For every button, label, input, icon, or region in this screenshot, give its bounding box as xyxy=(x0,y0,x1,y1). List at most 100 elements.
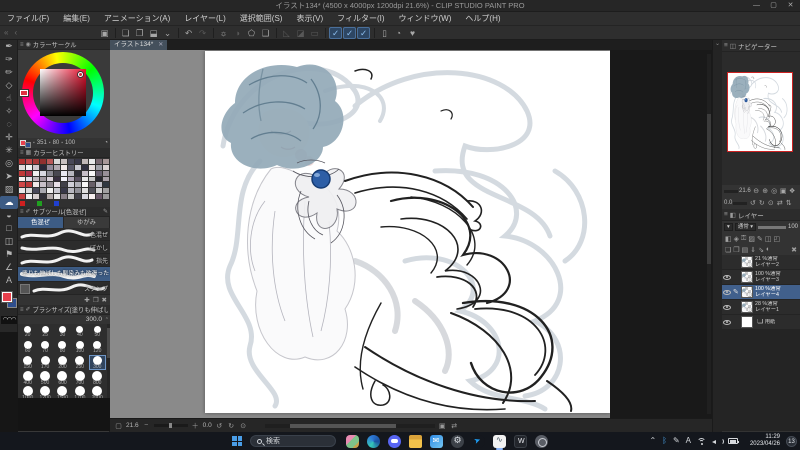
save-icon[interactable]: ⬓ xyxy=(147,27,160,39)
menu-layer[interactable]: レイヤー(L) xyxy=(177,12,233,26)
history-swatch[interactable] xyxy=(54,194,60,199)
duplicate-subtool-icon[interactable]: ❐ xyxy=(93,296,99,304)
history-swatch[interactable] xyxy=(40,194,46,199)
menu-selection[interactable]: 選択範囲(S) xyxy=(233,12,290,26)
history-swatch[interactable] xyxy=(40,176,46,182)
brush-size-200[interactable]: 200 xyxy=(54,355,71,370)
subtool-item[interactable]: 指先 xyxy=(18,254,110,267)
layer-row[interactable]: ❏ 用紙 xyxy=(722,315,800,330)
panel-menu-icon[interactable]: ≡ xyxy=(724,42,728,49)
layer-thumbnail[interactable] xyxy=(741,256,753,268)
layer-color-icon[interactable]: ◫ xyxy=(765,235,772,243)
history-swatch[interactable] xyxy=(26,176,32,182)
redo-icon[interactable]: ↷ xyxy=(196,27,209,39)
history-swatch[interactable] xyxy=(40,170,46,176)
history-swatch[interactable] xyxy=(75,194,81,199)
layer-visibility-icon[interactable] xyxy=(723,319,731,325)
history-swatch[interactable] xyxy=(40,182,46,188)
clear-icon[interactable]: ☼ xyxy=(217,27,230,39)
navigator-zoom-value[interactable]: 21.6 xyxy=(739,188,751,194)
edge-browser-icon[interactable] xyxy=(367,434,380,448)
favorite-icon[interactable]: ♥ xyxy=(406,27,419,39)
menu-view[interactable]: 表示(V) xyxy=(289,12,330,26)
pen-tool[interactable]: ✒ xyxy=(0,40,18,53)
deselect-icon[interactable]: ⬠ xyxy=(245,27,258,39)
twitter-icon[interactable] xyxy=(472,434,485,448)
history-swatch[interactable] xyxy=(26,182,32,188)
eyedropper-tool[interactable]: ✧ xyxy=(0,105,18,118)
history-swatch[interactable] xyxy=(47,176,53,182)
new-raster-layer-icon[interactable]: ❏ xyxy=(725,246,731,254)
history-swatch[interactable] xyxy=(103,170,109,176)
zoom-out-icon[interactable]: ⊖ xyxy=(752,187,761,196)
history-swatch[interactable] xyxy=(68,159,74,164)
menu-help[interactable]: ヘルプ(H) xyxy=(458,12,507,26)
clear-outside-selection-icon[interactable]: ◑ xyxy=(231,27,244,39)
history-swatch[interactable] xyxy=(75,164,81,170)
layer-panel-header[interactable]: ≡ ◧ レイヤー xyxy=(722,209,800,221)
history-swatch[interactable] xyxy=(47,194,53,199)
brush-size-value[interactable]: 300.0 xyxy=(86,316,102,323)
brush-size-70[interactable]: 70 xyxy=(36,340,53,355)
brush-size-header[interactable]: ≡ ✐ ブラシサイズ[塗りも伸ばしも…] xyxy=(18,305,110,315)
volume-icon[interactable] xyxy=(712,437,724,445)
history-swatch[interactable] xyxy=(68,182,74,188)
document-tab[interactable]: イラスト134* ✕ xyxy=(110,40,168,50)
history-swatch[interactable] xyxy=(61,188,67,194)
lock-layer-icon[interactable]: ⚿ xyxy=(741,235,746,243)
blend-mode-dropdown[interactable]: 通常 ▾ xyxy=(734,223,757,231)
history-swatch[interactable] xyxy=(54,159,60,164)
history-swatch[interactable] xyxy=(103,188,109,194)
layer-thumbnail[interactable] xyxy=(741,316,753,328)
history-swatch[interactable] xyxy=(33,164,39,170)
history-swatch[interactable] xyxy=(96,176,102,182)
right-dock-divider[interactable]: ⌄ xyxy=(712,40,722,432)
history-swatch[interactable] xyxy=(19,164,25,170)
move-tool[interactable]: ✛ xyxy=(0,131,18,144)
history-swatch[interactable] xyxy=(89,188,95,194)
save-dropdown-icon[interactable]: ⌄ xyxy=(161,27,174,39)
snap-to-special-ruler-icon[interactable]: ✓ xyxy=(343,26,356,39)
history-swatch[interactable] xyxy=(33,159,39,164)
layer-row[interactable]: 21 %通常 レイヤー2 xyxy=(722,255,800,270)
history-swatch[interactable] xyxy=(33,170,39,176)
history-swatch[interactable] xyxy=(47,188,53,194)
clip-studio-paint-icon[interactable] xyxy=(493,434,506,450)
history-swatch[interactable] xyxy=(54,170,60,176)
navigator-zoom-slider[interactable] xyxy=(724,189,738,193)
lasso-tool[interactable]: ◌ xyxy=(0,118,18,131)
new-folder-icon[interactable]: ▤ xyxy=(742,246,749,254)
battery-icon[interactable] xyxy=(728,438,739,444)
history-swatch[interactable] xyxy=(96,170,102,176)
history-swatch[interactable] xyxy=(82,182,88,188)
status-zoom-out-icon[interactable]: − xyxy=(142,422,151,429)
history-swatch[interactable] xyxy=(75,182,81,188)
subtool-item[interactable]: 色混ぜ xyxy=(18,228,110,241)
zoom-in-icon[interactable]: ⊕ xyxy=(761,187,770,196)
history-swatch[interactable] xyxy=(26,170,32,176)
layer-visibility-icon[interactable] xyxy=(723,304,731,310)
menu-animation[interactable]: アニメーション(A) xyxy=(97,12,177,26)
undo-icon[interactable]: ↶ xyxy=(182,27,195,39)
status-reset-icon[interactable]: ⊙ xyxy=(239,422,248,430)
history-swatch[interactable] xyxy=(54,182,60,188)
collapse-left-icon[interactable]: « xyxy=(4,28,8,37)
fit-to-screen-icon[interactable]: ▣ xyxy=(779,187,788,196)
layer-row[interactable]: ✎ 100 %通常 レイヤー4 xyxy=(722,285,800,300)
color-wheel[interactable] xyxy=(18,50,110,138)
navigator-toggle-icon[interactable]: ▢ xyxy=(114,422,123,430)
brush-size-100[interactable]: 100 xyxy=(71,340,88,355)
subtool-header[interactable]: ≡ ✐ サブツール[色混ぜ] ✎ xyxy=(18,207,110,217)
history-marker[interactable] xyxy=(37,201,42,206)
history-swatch[interactable] xyxy=(40,159,46,164)
ruler-tool[interactable]: ∠ xyxy=(0,261,18,274)
brush-size-400[interactable]: 400 xyxy=(19,370,36,386)
history-swatch[interactable] xyxy=(68,188,74,194)
history-swatch[interactable] xyxy=(68,170,74,176)
start-button[interactable] xyxy=(232,436,242,446)
pen-input-icon[interactable]: ✎ xyxy=(673,434,680,448)
history-marker[interactable] xyxy=(54,201,59,206)
hsv-mode-icon[interactable]: ◔ xyxy=(104,140,108,146)
enable-keyframes-icon[interactable]: ◈ xyxy=(734,235,739,243)
fit-to-navigator-icon[interactable]: ❖ xyxy=(788,187,797,196)
